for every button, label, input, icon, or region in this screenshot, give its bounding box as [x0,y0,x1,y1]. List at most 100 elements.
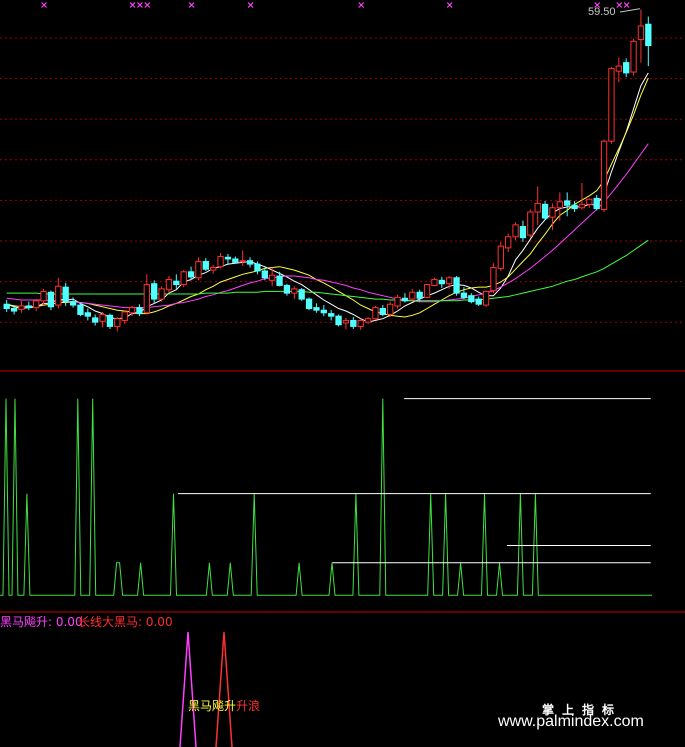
candle-up [372,307,379,320]
candle-up [505,236,512,249]
candle-down [335,315,342,326]
candle-up [482,290,490,306]
oscillator-line [0,398,652,596]
candle-up [512,224,519,238]
candle-down [564,200,571,206]
candle-up [291,288,298,294]
candle-up [121,311,128,321]
signal-marker [144,2,151,8]
candle-down [106,314,114,327]
candle-down [10,307,18,312]
indicator-name-1: 黑马飚升: 0.00 [0,615,83,629]
candle-down [283,284,291,294]
candle-down [136,307,143,315]
candle-down [593,197,600,210]
signal-marker [41,2,47,8]
candle-up [615,65,622,72]
candle-up [637,25,645,41]
candle-up [527,211,534,236]
oscillator-panel [0,398,652,596]
candle-down [62,286,69,303]
candle-down [173,280,180,286]
signal-spike [179,631,197,747]
candle-up [534,202,541,213]
candle-down [350,319,357,327]
candle-down [541,203,549,219]
candle-down [416,291,423,299]
candle-up [549,207,556,218]
signal-marker [446,2,453,8]
candle-down [246,260,254,265]
candle-up [55,285,62,306]
candle-down [468,295,475,303]
candle-up [490,267,497,292]
candle-down [298,289,305,300]
signal-marker [247,2,254,8]
indicator-overlay-2: 升浪 [236,699,261,713]
candle-down [438,279,445,285]
candle-down [276,275,283,286]
candle-down [305,298,313,309]
candle-up [165,278,173,291]
candle-up [210,267,217,271]
candle-down [320,309,327,314]
candle-down [571,204,578,210]
candle-up [578,203,586,209]
candle-up [600,140,608,210]
candle-down [313,307,320,311]
candle-up [357,319,364,327]
candle-up [431,278,438,286]
signal-spike [215,631,233,747]
candle-down [232,258,239,263]
candle-up [364,318,372,323]
candle-up [497,245,504,269]
stock-chart [0,2,685,747]
candle-down [84,312,91,317]
candle-down [151,283,158,300]
candle-down [623,62,630,74]
candle-up [158,288,165,300]
candle-up [586,198,593,205]
candle-down [202,261,209,270]
signal-markers [41,2,641,13]
candle-up [195,261,202,279]
candle-down [379,307,386,315]
candle-up [608,68,615,142]
signal-marker [623,2,630,8]
candle-up [556,201,563,209]
candle-down [645,23,652,47]
price-grid [0,37,685,323]
candle-up [180,271,187,286]
candle-down [25,305,32,309]
candle-down [224,256,232,260]
candle-down [254,263,261,272]
candle-up [630,40,637,73]
signal-panel [179,631,233,747]
candle-down [47,291,55,308]
signal-marker [358,2,365,8]
indicator-overlay-1: 黑马飚升 [188,699,237,713]
moving-average-lines [6,72,649,323]
signal-marker [616,2,623,8]
indicator-name-2: 长线大黑马: 0.00 [78,615,173,629]
price-annotation: 59.50 [588,6,616,18]
candle-down [77,304,84,315]
candle-up [409,291,416,300]
signal-marker [129,2,136,8]
candle-up [18,305,25,310]
candle-up [40,290,47,302]
watermark-url: www.palmindex.com [498,713,644,730]
candle-down [475,298,482,305]
candle-down [3,303,10,309]
signal-marker [137,2,143,8]
candle-up [269,274,276,281]
candle-up [394,296,401,307]
candle-up [239,260,246,263]
candle-down [69,301,77,306]
candle-up [446,277,453,285]
candle-down [187,271,195,278]
candle-up [423,284,431,298]
candle-up [217,255,224,268]
price-annotation-arrow [619,8,641,13]
signal-marker [188,2,195,8]
